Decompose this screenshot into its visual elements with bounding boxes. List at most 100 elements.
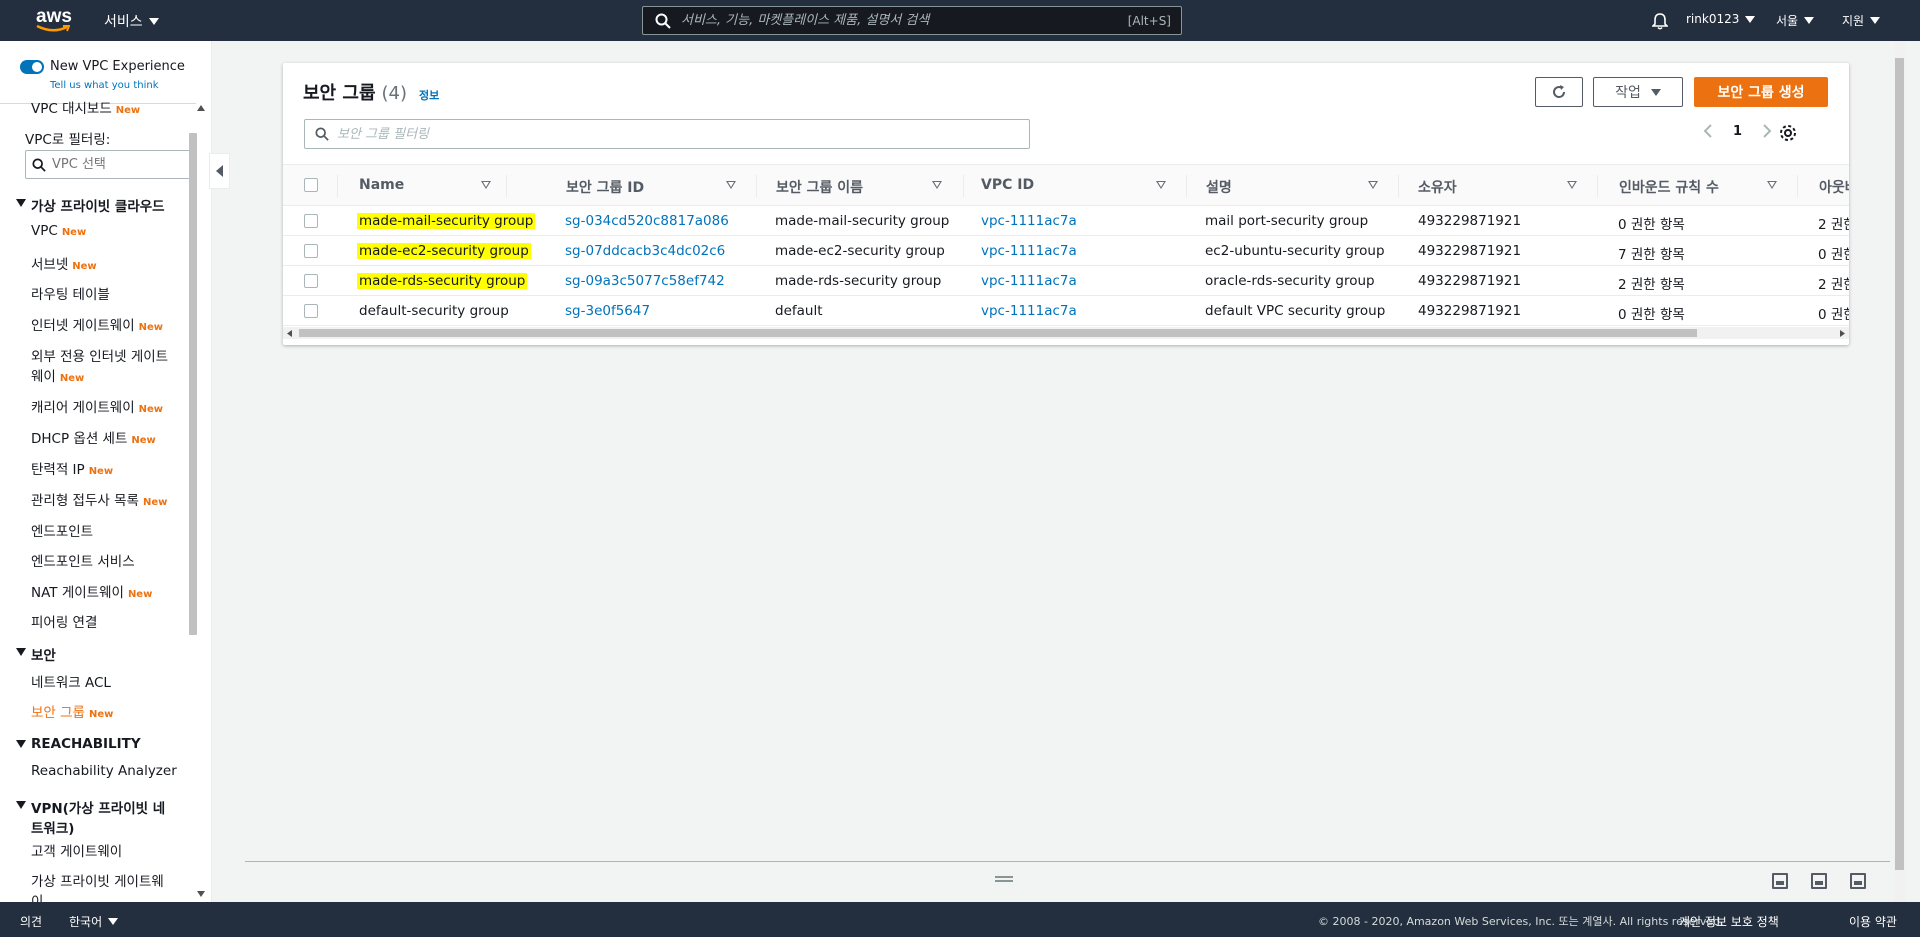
sort-icon[interactable] <box>932 181 942 189</box>
sidebar-item-dhcp-options[interactable]: DHCP 옵션 세트 New <box>31 427 156 447</box>
cell-group-id[interactable]: sg-07ddcacb3c4dc02c6 <box>565 243 725 259</box>
info-link[interactable]: 정보 <box>419 87 439 103</box>
scroll-right-icon[interactable] <box>1840 330 1845 337</box>
scrollbar-thumb[interactable] <box>299 329 1697 337</box>
column-header-owner[interactable]: 소유자 <box>1418 177 1457 197</box>
sidebar-item-endpoints[interactable]: 엔드포인트 <box>31 520 93 540</box>
split-side-icon[interactable] <box>1811 873 1827 889</box>
cell-vpc-id[interactable]: vpc-1111ac7a <box>981 303 1077 319</box>
privacy-link[interactable]: 개인 정보 보호 정책 <box>1679 913 1779 930</box>
support-menu[interactable]: 지원 <box>1842 12 1881 29</box>
sidebar-item-prefix-lists[interactable]: 관리형 접두사 목록 New <box>31 489 167 509</box>
split-panel-resize-handle[interactable] <box>995 876 1013 882</box>
bell-icon[interactable] <box>1652 12 1668 30</box>
chevron-right-icon[interactable] <box>1762 123 1772 139</box>
sidebar-item-carrier-gateways[interactable]: 캐리어 게이트웨이 New <box>31 396 163 416</box>
account-menu[interactable]: rink0123 <box>1686 12 1756 26</box>
gear-icon[interactable] <box>1779 124 1797 142</box>
sidebar-item-dashboard[interactable]: VPC 대시보드 New <box>31 97 140 117</box>
feedback-link[interactable]: Tell us what you think <box>50 80 159 91</box>
create-security-group-button[interactable]: 보안 그룹 생성 <box>1694 77 1828 107</box>
new-vpc-experience-toggle[interactable]: New VPC Experience <box>20 59 185 74</box>
caret-down-icon <box>16 801 26 809</box>
services-label: 서비스 <box>104 14 143 30</box>
sidebar-item-route-tables[interactable]: 라우팅 테이블 <box>31 283 110 303</box>
column-separator <box>756 175 757 197</box>
cell-vpc-id[interactable]: vpc-1111ac7a <box>981 243 1077 259</box>
sidebar-collapse-button[interactable] <box>209 153 230 189</box>
sidebar-item-peering[interactable]: 피어링 연결 <box>31 611 97 631</box>
security-group-filter[interactable] <box>304 119 1030 149</box>
sidebar-item-network-acl[interactable]: 네트워크 ACL <box>31 671 111 691</box>
global-search-input[interactable] <box>671 13 1128 28</box>
scroll-up-icon[interactable] <box>197 105 205 111</box>
refresh-button[interactable] <box>1535 77 1583 107</box>
cell-group-id[interactable]: sg-034cd520c8817a086 <box>565 213 729 229</box>
column-header-inbound[interactable]: 인바운드 규칙 수 <box>1619 177 1719 197</box>
feedback-link[interactable]: 의견 <box>20 913 42 930</box>
vpc-filter-input[interactable] <box>52 157 172 172</box>
table-row[interactable]: made-mail-security group sg-034cd520c881… <box>283 206 1849 236</box>
cell-vpc-id[interactable]: vpc-1111ac7a <box>981 213 1077 229</box>
column-header-outbound[interactable]: 아웃바 <box>1819 177 1849 197</box>
search-icon <box>315 127 329 141</box>
row-checkbox[interactable] <box>304 214 318 228</box>
cell-group-id[interactable]: sg-3e0f5647 <box>565 303 650 319</box>
sidebar-item-virtual-private-gateways[interactable]: 가상 프라이빗 게이트웨 <box>31 870 164 890</box>
section-vpn[interactable]: VPN(가상 프라이빗 네 트워크) <box>16 797 165 837</box>
chevron-left-icon[interactable] <box>1703 123 1713 139</box>
sort-icon[interactable] <box>481 181 491 189</box>
table-horizontal-scrollbar[interactable] <box>283 327 1849 339</box>
cell-vpc-id[interactable]: vpc-1111ac7a <box>981 273 1077 289</box>
sort-icon[interactable] <box>726 181 736 189</box>
sort-icon[interactable] <box>1567 181 1577 189</box>
sidebar-item-virtual-private-gateways-cont[interactable]: 이 <box>31 890 43 902</box>
page-scrollbar-thumb[interactable] <box>1895 58 1904 870</box>
sidebar-item-security-groups[interactable]: 보안 그룹 New <box>31 701 113 721</box>
sidebar-item-egress-gateways[interactable]: 외부 전용 인터넷 게이트 <box>31 345 168 365</box>
select-all-checkbox[interactable] <box>304 178 318 192</box>
sidebar-item-internet-gateways[interactable]: 인터넷 게이트웨이 New <box>31 314 163 334</box>
security-group-filter-input[interactable] <box>337 126 937 142</box>
sidebar-item-subnets[interactable]: 서브넷 New <box>31 253 97 273</box>
sidebar-item-egress-gateways-cont[interactable]: 웨이 New <box>31 365 84 385</box>
column-header-group-name[interactable]: 보안 그룹 이름 <box>776 177 863 197</box>
scroll-down-icon[interactable] <box>197 891 205 897</box>
terms-link[interactable]: 이용 약관 <box>1849 913 1897 930</box>
table-row[interactable]: made-ec2-security group sg-07ddcacb3c4dc… <box>283 236 1849 266</box>
row-checkbox[interactable] <box>304 244 318 258</box>
sidebar-item-reachability-analyzer[interactable]: Reachability Analyzer <box>31 763 177 779</box>
table-row[interactable]: default-security group sg-3e0f5647 defau… <box>283 296 1849 326</box>
sidebar-item-vpc[interactable]: VPC New <box>31 223 86 239</box>
global-search[interactable]: [Alt+S] <box>642 6 1182 35</box>
region-menu[interactable]: 서울 <box>1776 12 1815 29</box>
services-menu[interactable]: 서비스 <box>104 11 159 31</box>
sidebar-scrollbar-thumb[interactable] <box>189 133 197 635</box>
sort-icon[interactable] <box>1767 181 1777 189</box>
column-header-description[interactable]: 설명 <box>1206 177 1232 197</box>
row-checkbox[interactable] <box>304 274 318 288</box>
split-bottom-icon[interactable] <box>1772 873 1788 889</box>
current-page[interactable]: 1 <box>1733 124 1742 139</box>
sidebar-item-endpoint-services[interactable]: 엔드포인트 서비스 <box>31 550 135 570</box>
vpc-filter-select[interactable] <box>25 150 193 179</box>
sort-icon[interactable] <box>1368 181 1378 189</box>
toggle-switch[interactable] <box>20 59 44 74</box>
scroll-left-icon[interactable] <box>287 330 292 337</box>
column-header-vpc-id[interactable]: VPC ID <box>981 177 1034 193</box>
language-selector[interactable]: 한국어 <box>69 913 119 930</box>
actions-button[interactable]: 작업 <box>1593 77 1683 107</box>
sidebar-item-elastic-ip[interactable]: 탄력적 IP New <box>31 458 113 478</box>
column-header-id[interactable]: 보안 그룹 ID <box>566 177 644 197</box>
section-virtual-private-cloud[interactable]: 가상 프라이빗 클라우드 <box>16 195 165 215</box>
sidebar-item-customer-gateways[interactable]: 고객 게이트웨이 <box>31 840 122 860</box>
split-full-icon[interactable] <box>1850 873 1866 889</box>
sort-icon[interactable] <box>1156 181 1166 189</box>
sidebar-item-nat-gateways[interactable]: NAT 게이트웨이 New <box>31 581 152 601</box>
section-reachability[interactable]: REACHABILITY <box>16 736 141 752</box>
table-row[interactable]: made-rds-security group sg-09a3c5077c58e… <box>283 266 1849 296</box>
cell-group-id[interactable]: sg-09a3c5077c58ef742 <box>565 273 725 289</box>
section-security[interactable]: 보안 <box>16 644 56 664</box>
column-header-name[interactable]: Name <box>359 177 404 193</box>
row-checkbox[interactable] <box>304 304 318 318</box>
